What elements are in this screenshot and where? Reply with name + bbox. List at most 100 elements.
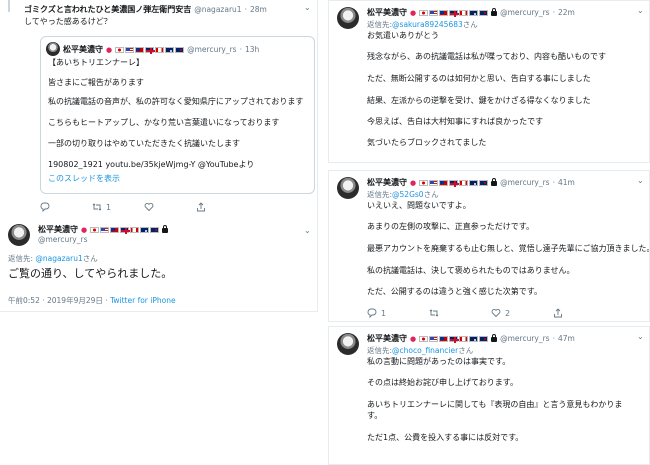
avatar xyxy=(46,42,60,56)
author-handle[interactable]: @nagazaru1 xyxy=(194,5,241,14)
share-button[interactable] xyxy=(196,202,248,212)
reply-button[interactable]: 1 xyxy=(367,308,429,318)
left-conversation-panel: ゴミクズと言われたひと美濃国ノ弾左衛門安吉 @nagazaru1 · 28m ⌄… xyxy=(0,0,318,312)
tweet-time[interactable]: 28m xyxy=(250,5,267,14)
tweet-line: ただ、無断公開するのは如何かと思い、告白する事にしました xyxy=(367,74,591,83)
share-icon xyxy=(197,202,205,212)
author-handle[interactable]: @mercury_rs xyxy=(500,334,549,343)
mention-link[interactable]: @sakura89245683 xyxy=(392,20,463,29)
heart-icon xyxy=(491,309,501,318)
top-tweet[interactable]: ゴミクズと言われたひと美濃国ノ弾左衛門安吉 @nagazaru1 · 28m ⌄… xyxy=(0,0,317,220)
tweet-line: いえいえ、問題ないですよ。 xyxy=(367,201,471,210)
reply-to: 返信先:@52Gs0さん xyxy=(367,190,439,199)
author-name[interactable]: 松平美濃守 xyxy=(367,177,407,188)
tweet-actions: 1 xyxy=(40,202,248,212)
tweet-line: あいちトリエンナーレに関しても『表現の自由』と言う意見もわかりま xyxy=(367,400,623,409)
red-dot-icon: ● xyxy=(81,225,88,234)
reply-card-3[interactable]: 松平美濃守 ● @mercury_rs · 47m ⌄ 返信先:@choco_f… xyxy=(328,326,650,465)
show-thread-link[interactable]: このスレッドを表示 xyxy=(48,173,120,184)
chevron-down-icon[interactable]: ⌄ xyxy=(637,6,644,15)
share-button[interactable] xyxy=(553,308,615,318)
retweet-button[interactable] xyxy=(429,308,491,318)
retweet-icon xyxy=(429,309,439,317)
lock-icon xyxy=(162,225,169,233)
mention-link[interactable]: @52Gs0 xyxy=(392,190,424,199)
like-button[interactable]: 2 xyxy=(491,308,553,318)
source-link[interactable]: Twitter for iPhone xyxy=(110,296,176,305)
tweet-line: 最悪アカウントを廃棄するも止む無しと、覚悟し遠子先輩にご協力頂きました。 xyxy=(367,244,650,253)
quote-line: 一部の切り取りはやめていただきたく抗議いたします xyxy=(48,139,240,148)
author-handle[interactable]: @mercury_rs xyxy=(38,235,87,244)
flag-icons xyxy=(419,179,489,187)
like-count: 1 xyxy=(106,202,112,212)
tweet-time[interactable]: 47m xyxy=(558,334,575,343)
author-name[interactable]: ゴミクズと言われたひと美濃国ノ弾左衛門安吉 xyxy=(24,4,191,15)
tweet-line: あまりの左側の攻撃に、正直参っただけです。 xyxy=(367,222,534,231)
author-name[interactable]: 松平美濃守 xyxy=(38,224,78,235)
chevron-down-icon[interactable]: ⌄ xyxy=(304,226,311,235)
mention-link[interactable]: @choco_financier xyxy=(392,346,458,355)
author-handle[interactable]: @mercury_rs xyxy=(500,178,549,187)
avatar[interactable] xyxy=(8,224,30,246)
flag-icons xyxy=(90,226,160,234)
tweet-meta: 午前0:52 · 2019年9月29日 · Twitter for iPhone xyxy=(8,296,176,305)
quote-author-name: 松平美濃守 xyxy=(63,45,103,54)
tweet-text: ご覧の通り、してやられました。 xyxy=(8,267,173,280)
flag-icons xyxy=(419,9,489,17)
avatar[interactable] xyxy=(337,7,359,29)
like-count: 2 xyxy=(505,308,511,318)
author-handle[interactable]: @mercury_rs xyxy=(500,8,549,17)
tweet-time[interactable]: 41m xyxy=(558,178,575,187)
tweet-line: その点は終始お詫び申し上げております。 xyxy=(367,378,518,387)
author-name[interactable]: 松平美濃守 xyxy=(367,7,407,18)
quoted-tweet[interactable]: 松平美濃守 ● @mercury_rs · 13h 【あいちトリエンナーレ】 皆… xyxy=(40,36,315,194)
tweet-time[interactable]: 22m xyxy=(558,8,575,17)
main-tweet[interactable]: 松平美濃守 ● @mercury_rs ⌄ 返信先: @nagazaru1さん … xyxy=(0,220,317,311)
tweet-actions: 1 2 xyxy=(367,308,615,318)
red-dot-icon: ● xyxy=(410,334,417,343)
mention-link[interactable]: @nagazaru1 xyxy=(35,254,82,263)
reply-icon xyxy=(367,308,377,318)
share-icon xyxy=(554,308,562,318)
reply-card-1[interactable]: 松平美濃守 ● @mercury_rs · 22m ⌄ 返信先:@sakura8… xyxy=(328,0,650,163)
chevron-down-icon[interactable]: ⌄ xyxy=(304,3,311,12)
quote-line: 190802_1921 youtu.be/35kjeWjmg-Y @YouTub… xyxy=(48,160,255,169)
red-dot-icon: ● xyxy=(106,45,113,54)
retweet-button[interactable]: 1 xyxy=(92,202,144,212)
quote-time: 13h xyxy=(244,45,260,54)
reply-to: 返信先: @nagazaru1さん xyxy=(8,254,98,263)
tweet-text: してやった感あるけど？ xyxy=(24,17,112,26)
red-dot-icon: ● xyxy=(410,8,417,17)
red-dot-icon: ● xyxy=(410,178,417,187)
tweet-line: 気づいたらブロックされてました xyxy=(367,138,487,147)
lock-icon xyxy=(491,8,498,16)
reply-to: 返信先:@sakura89245683さん xyxy=(367,20,478,29)
tweet-line: ただ1点、公費を投入する事には反対です。 xyxy=(367,433,524,442)
tweet-line: ただ、公開するのは違うと強く感じた次第です。 xyxy=(367,287,542,296)
reply-to: 返信先:@choco_financierさん xyxy=(367,346,474,355)
avatar[interactable] xyxy=(337,333,359,355)
tweet-line: お気遣いありがとう xyxy=(367,31,439,40)
quote-author-handle: @mercury_rs xyxy=(187,45,237,54)
like-button[interactable] xyxy=(144,202,196,212)
chevron-down-icon[interactable]: ⌄ xyxy=(637,332,644,341)
tweet-line: す。 xyxy=(367,411,383,420)
tweet-line: 私の言動に問題があったのは事実です。 xyxy=(367,357,511,366)
tweet-line: 今思えば、告白は大村知事にすれば良かったです xyxy=(367,117,544,126)
tweet-line: 結果、左派からの逆撃を受け、鍵をかけざる得なくなりました xyxy=(367,96,591,105)
flag-icons xyxy=(115,46,185,54)
chevron-down-icon[interactable]: ⌄ xyxy=(637,176,644,185)
author-name[interactable]: 松平美濃守 xyxy=(367,333,407,344)
reply-icon xyxy=(40,202,50,212)
avatar[interactable] xyxy=(337,177,359,199)
lock-icon xyxy=(491,334,498,342)
flag-icons xyxy=(419,335,489,343)
tweet-line: 残念ながら、あの抗議電話は私が喋っており、内容も酷いものです xyxy=(367,52,607,61)
reply-button[interactable] xyxy=(40,202,92,212)
lock-icon xyxy=(491,178,498,186)
quote-line: 皆さまにご報告があります xyxy=(48,78,144,87)
quote-line: 私の抗議電話の音声が、私の許可なく愛知県庁にアップされております xyxy=(48,97,304,106)
reply-card-2[interactable]: 松平美濃守 ● @mercury_rs · 41m ⌄ 返信先:@52Gs0さん… xyxy=(328,170,650,322)
reply-count: 1 xyxy=(381,308,387,318)
tweet-line: 私の抗議電話は、決して褒められたものではありません。 xyxy=(367,266,575,275)
